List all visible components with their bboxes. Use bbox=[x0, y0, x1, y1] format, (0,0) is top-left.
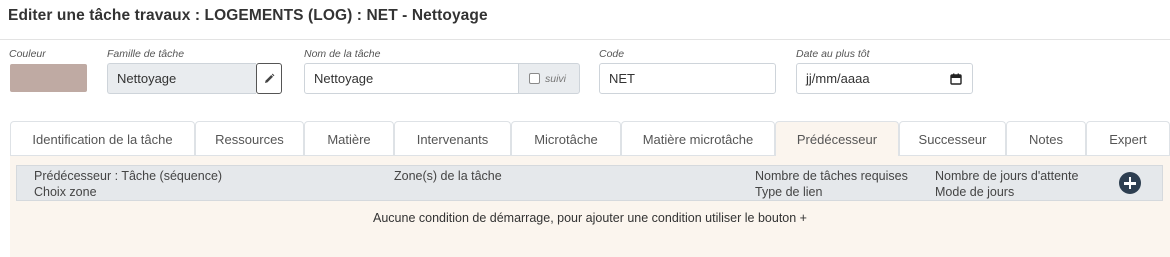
code-value: NET bbox=[609, 71, 635, 86]
tab-successeur[interactable]: Successeur bbox=[899, 121, 1006, 156]
pencil-icon bbox=[265, 73, 275, 83]
nom-value: Nettoyage bbox=[314, 71, 374, 86]
tab-intervenants[interactable]: Intervenants bbox=[394, 121, 511, 156]
tab-matiere[interactable]: Matière bbox=[304, 121, 394, 156]
header-jours-attente: Nombre de jours d'attente bbox=[935, 169, 1079, 183]
header-zones: Zone(s) de la tâche bbox=[394, 169, 502, 183]
predecesseur-panel: Prédécesseur : Tâche (séquence) Choix zo… bbox=[10, 155, 1170, 257]
tab-predecesseur[interactable]: Prédécesseur bbox=[775, 121, 899, 156]
grid-header: Prédécesseur : Tâche (séquence) Choix zo… bbox=[16, 165, 1163, 201]
nom-label: Nom de la tâche bbox=[304, 48, 381, 60]
tab-notes[interactable]: Notes bbox=[1006, 121, 1086, 156]
famille-label: Famille de tâche bbox=[107, 48, 185, 60]
tab-identification[interactable]: Identification de la tâche bbox=[10, 121, 195, 156]
suivi-checkbox[interactable] bbox=[529, 73, 540, 84]
header-type-lien: Type de lien bbox=[755, 185, 823, 199]
date-placeholder: jj/mm/aaaa bbox=[806, 71, 870, 86]
header-choix-zone: Choix zone bbox=[34, 185, 97, 199]
color-picker[interactable] bbox=[10, 64, 87, 92]
calendar-icon[interactable] bbox=[950, 73, 962, 85]
page-title: Editer une tâche travaux : LOGEMENTS (LO… bbox=[8, 7, 488, 24]
empty-message: Aucune condition de démarrage, pour ajou… bbox=[373, 211, 807, 225]
tab-matiere-microtache[interactable]: Matière microtâche bbox=[621, 121, 775, 156]
code-input[interactable]: NET bbox=[599, 63, 776, 94]
tab-bar: Identification de la tâche Ressources Ma… bbox=[10, 121, 1170, 156]
date-label: Date au plus tôt bbox=[796, 48, 870, 60]
header-nombre-taches: Nombre de tâches requises bbox=[755, 169, 908, 183]
code-label: Code bbox=[599, 48, 625, 60]
edit-famille-button[interactable] bbox=[256, 63, 282, 94]
suivi-addon: suivi bbox=[518, 63, 580, 94]
date-input[interactable]: jj/mm/aaaa bbox=[796, 63, 973, 94]
tab-microtache[interactable]: Microtâche bbox=[511, 121, 621, 156]
plus-circle-icon[interactable] bbox=[1119, 172, 1141, 194]
famille-field: Nettoyage bbox=[107, 63, 256, 94]
tab-ressources[interactable]: Ressources bbox=[195, 121, 304, 156]
page-header: Editer une tâche travaux : LOGEMENTS (LO… bbox=[0, 0, 1170, 40]
header-predecesseur: Prédécesseur : Tâche (séquence) bbox=[34, 169, 223, 183]
couleur-label: Couleur bbox=[9, 48, 46, 60]
nom-input[interactable]: Nettoyage bbox=[304, 63, 519, 94]
suivi-label: suivi bbox=[545, 72, 567, 85]
tab-expert[interactable]: Expert bbox=[1086, 121, 1170, 156]
header-mode-jours: Mode de jours bbox=[935, 185, 1015, 199]
famille-value: Nettoyage bbox=[117, 71, 177, 86]
